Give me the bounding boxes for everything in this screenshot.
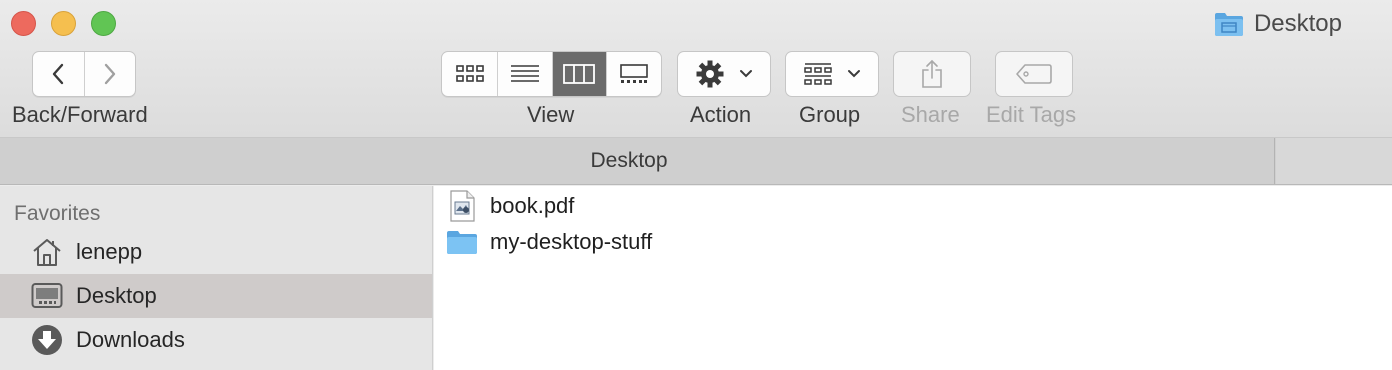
sidebar-item-desktop[interactable]: Desktop	[0, 274, 432, 318]
chevron-down-icon	[740, 70, 752, 78]
edit-tags-button[interactable]	[995, 51, 1073, 97]
group-icon	[804, 63, 832, 85]
path-bar-extra-column	[1276, 138, 1392, 184]
column-view-icon	[563, 64, 596, 84]
gear-icon	[696, 60, 724, 88]
file-item-my-desktop-stuff[interactable]: my-desktop-stuff	[434, 224, 1392, 260]
window-title: Desktop	[1214, 10, 1342, 38]
share-label: Share	[901, 102, 960, 127]
icon-view-button[interactable]	[442, 52, 499, 96]
column-view-button[interactable]	[552, 52, 607, 96]
zoom-window-button[interactable]	[91, 11, 116, 36]
path-bar: Desktop	[0, 138, 1392, 185]
sidebar-item-lenepp[interactable]: lenepp	[0, 230, 432, 274]
close-window-button[interactable]	[11, 11, 36, 36]
share-button[interactable]	[893, 51, 971, 97]
view-mode-control	[441, 51, 662, 97]
file-name: my-desktop-stuff	[490, 229, 653, 254]
gallery-view-icon	[619, 64, 648, 83]
sidebar-item-label: lenepp	[76, 239, 143, 264]
forward-button[interactable]	[85, 52, 136, 96]
action-menu-button[interactable]	[677, 51, 771, 97]
sidebar-section-favorites: Favorites	[14, 202, 101, 225]
file-name: book.pdf	[490, 193, 575, 218]
back-button[interactable]	[33, 52, 85, 96]
group-menu-button[interactable]	[785, 51, 879, 97]
path-bar-title: Desktop	[590, 149, 668, 172]
desktop-icon	[30, 279, 64, 313]
file-item-book-pdf[interactable]: book.pdf	[434, 188, 1392, 224]
list-view-button[interactable]	[498, 52, 553, 96]
chevron-left-icon	[53, 63, 64, 85]
path-bar-title-area: Desktop	[0, 138, 1275, 184]
back-forward-label: Back/Forward	[12, 102, 148, 127]
action-label: Action	[690, 102, 752, 127]
folder-icon	[1214, 13, 1243, 36]
toolbar: Desktop Back/Forward View Action Group S…	[0, 0, 1392, 138]
folder-icon	[446, 226, 478, 258]
sidebar: Favorites lenepp Desktop Downloads	[0, 186, 433, 370]
file-column: book.pdf my-desktop-stuff	[434, 186, 1392, 370]
gallery-view-button[interactable]	[607, 52, 662, 96]
list-view-icon	[511, 65, 540, 82]
pdf-file-icon	[446, 190, 478, 222]
chevron-down-icon	[848, 70, 860, 78]
sidebar-item-downloads[interactable]: Downloads	[0, 318, 432, 362]
window-title-text: Desktop	[1253, 10, 1342, 37]
tag-icon	[1016, 64, 1052, 84]
home-icon	[30, 235, 64, 269]
back-forward-control	[32, 51, 136, 97]
sidebar-item-label: Desktop	[76, 283, 157, 308]
minimize-window-button[interactable]	[51, 11, 76, 36]
sidebar-item-label: Downloads	[76, 327, 185, 352]
chevron-right-icon	[104, 63, 115, 85]
icon-view-icon	[455, 65, 484, 82]
view-label: View	[527, 102, 575, 127]
group-label: Group	[799, 102, 861, 127]
downloads-icon	[30, 323, 64, 357]
share-icon	[922, 59, 942, 88]
edit-tags-label: Edit Tags	[986, 102, 1077, 127]
